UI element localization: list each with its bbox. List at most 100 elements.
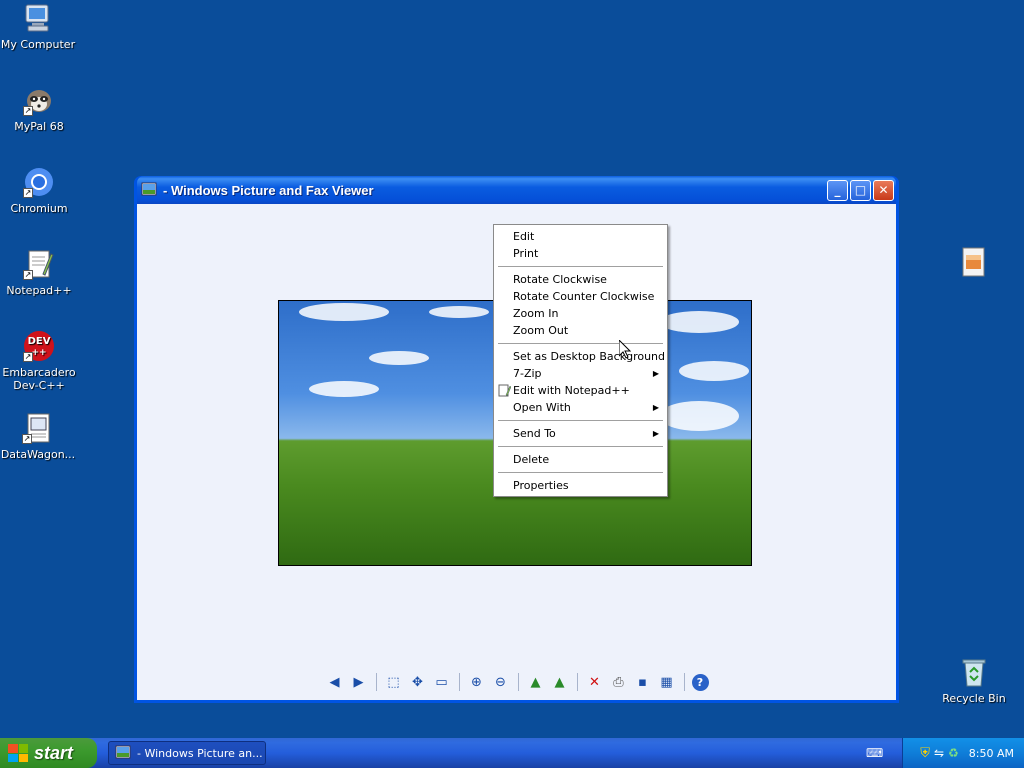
desktop-icon-devcpp[interactable]: DEV ++ ↗ Embarcadero Dev-C++ [1,330,77,392]
rotate-counterclockwise-button[interactable]: ▲ [550,672,570,692]
toolbar-separator [683,673,685,691]
submenu-arrow-icon: ▶ [652,369,659,378]
actual-size-icon: ✥ [412,674,423,690]
slideshow-icon: ▭ [435,674,448,690]
delete-button[interactable]: ✕ [585,672,605,692]
network-icon[interactable]: ⇋ [934,746,944,760]
menu-item-edit-with-notepad[interactable]: Edit with Notepad++ [496,382,665,399]
desktop-icon-label: MyPal 68 [14,120,64,133]
image-file-icon [958,246,990,278]
context-menu: Edit Print Rotate Clockwise Rotate Count… [493,224,668,497]
menu-item-set-desktop-background[interactable]: Set as Desktop Background [496,348,665,365]
submenu-arrow-icon: ▶ [652,429,659,438]
menu-separator [498,343,663,344]
zoom-out-button[interactable]: ⊖ [491,672,511,692]
best-fit-icon: ⬚ [387,674,400,690]
desktop-icon-label: My Computer [0,38,76,51]
start-button[interactable]: start [0,738,97,768]
actual-size-button[interactable]: ✥ [408,672,428,692]
print-button[interactable]: ⎙ [609,672,629,692]
recycle-bin-icon [958,656,990,688]
windows-logo-icon [8,744,28,762]
menu-item-rotate-counter-clockwise[interactable]: Rotate Counter Clockwise [496,288,665,305]
close-button[interactable]: ✕ [873,179,894,201]
help-icon: ? [696,675,704,689]
computer-icon [22,2,54,34]
save-button[interactable]: ▪ [633,672,653,692]
toolbar-separator [517,673,519,691]
zoom-out-icon: ⊖ [495,674,506,690]
menu-item-rotate-clockwise[interactable]: Rotate Clockwise [496,271,665,288]
menu-item-7zip[interactable]: 7-Zip ▶ [496,365,665,382]
rotate-clockwise-button[interactable]: ▲ [526,672,546,692]
desktop-icon-chromium[interactable]: ↗ Chromium [1,166,77,215]
toolbar-separator [375,673,377,691]
desktop-icon-notepad-plus-plus[interactable]: ↗ Notepad++ [1,248,77,297]
menu-item-zoom-out[interactable]: Zoom Out [496,322,665,339]
best-fit-button[interactable]: ⬚ [384,672,404,692]
mouse-cursor-icon [618,338,632,362]
menu-item-label: Open With [513,401,571,414]
keyboard-icon[interactable]: ⌨ [866,746,884,760]
menu-item-open-with[interactable]: Open With ▶ [496,399,665,416]
previous-image-button[interactable]: ◀ [325,672,345,692]
system-tray: ⛨ ⇋ ♻ 8:50 AM [902,738,1024,768]
desktop-icon-label: Embarcadero Dev-C++ [2,366,76,392]
menu-item-print[interactable]: Print [496,245,665,262]
toolbar-separator [458,673,460,691]
previous-icon: ◀ [329,674,340,690]
menu-item-properties[interactable]: Properties [496,477,665,494]
safely-remove-hardware-icon[interactable]: ♻ [948,746,959,760]
submenu-arrow-icon: ▶ [652,403,659,412]
menu-separator [498,472,663,473]
menu-item-send-to[interactable]: Send To ▶ [496,425,665,442]
menu-item-zoom-in[interactable]: Zoom In [496,305,665,322]
desktop-icon-label: Recycle Bin [942,692,1006,705]
shortcut-arrow-icon: ↗ [22,434,32,444]
devcpp-icon: DEV ++ ↗ [23,330,55,362]
window-title: - Windows Picture and Fax Viewer [163,182,374,198]
taskbar: start - Windows Picture an... ⌨ ⛨ ⇋ ♻ 8:… [0,738,1024,768]
menu-item-label: 7-Zip [513,367,542,380]
shortcut-arrow-icon: ↗ [23,270,33,280]
menu-item-delete[interactable]: Delete [496,451,665,468]
security-shield-icon[interactable]: ⛨ [920,746,930,761]
desktop-icon-label: DataWagon... [0,448,76,461]
menu-separator [498,266,663,267]
help-button[interactable]: ? [691,673,709,691]
desktop-icon-my-computer[interactable]: My Computer [0,2,76,51]
rotate-clockwise-icon: ▲ [530,674,541,690]
slideshow-button[interactable]: ▭ [432,672,452,692]
edit-button[interactable]: ▦ [657,672,677,692]
menu-item-edit[interactable]: Edit [496,228,665,245]
next-icon: ▶ [353,674,364,690]
maximize-button[interactable]: □ [850,179,871,201]
title-bar[interactable]: - Windows Picture and Fax Viewer _ □ ✕ [137,176,896,204]
desktop-icon-datawagon[interactable]: ↗ DataWagon... [0,412,76,461]
next-image-button[interactable]: ▶ [349,672,369,692]
toolbar-separator [576,673,578,691]
clock[interactable]: 8:50 AM [969,747,1014,760]
minimize-button[interactable]: _ [827,179,848,201]
print-icon: ⎙ [613,674,624,690]
taskbar-window-button[interactable]: - Windows Picture an... [108,741,266,765]
shortcut-arrow-icon: ↗ [23,352,33,362]
edit-icon: ▦ [660,674,673,690]
save-icon: ▪ [638,674,647,690]
delete-icon: ✕ [589,674,600,690]
desktop-file-icon[interactable] [936,246,1012,282]
desktop-icon-label: Chromium [10,202,68,215]
start-label: start [34,742,74,763]
viewer-toolbar: ◀ ▶ ⬚ ✥ ▭ ⊕ ⊖ ▲ ▲ ✕ ⎙ ▪ ▦ ? [137,672,896,692]
desktop-icon-mypal[interactable]: ↗ MyPal 68 [1,84,77,133]
menu-separator [498,446,663,447]
shortcut-arrow-icon: ↗ [23,188,33,198]
zoom-in-button[interactable]: ⊕ [467,672,487,692]
svg-text:++: ++ [31,348,46,358]
desktop-icon-recycle-bin[interactable]: Recycle Bin [936,656,1012,705]
picture-viewer-icon [141,181,157,200]
notepad-plus-plus-icon [498,384,512,397]
rotate-counterclockwise-icon: ▲ [554,674,565,690]
picture-viewer-icon [115,744,131,763]
shortcut-arrow-icon: ↗ [23,106,33,116]
